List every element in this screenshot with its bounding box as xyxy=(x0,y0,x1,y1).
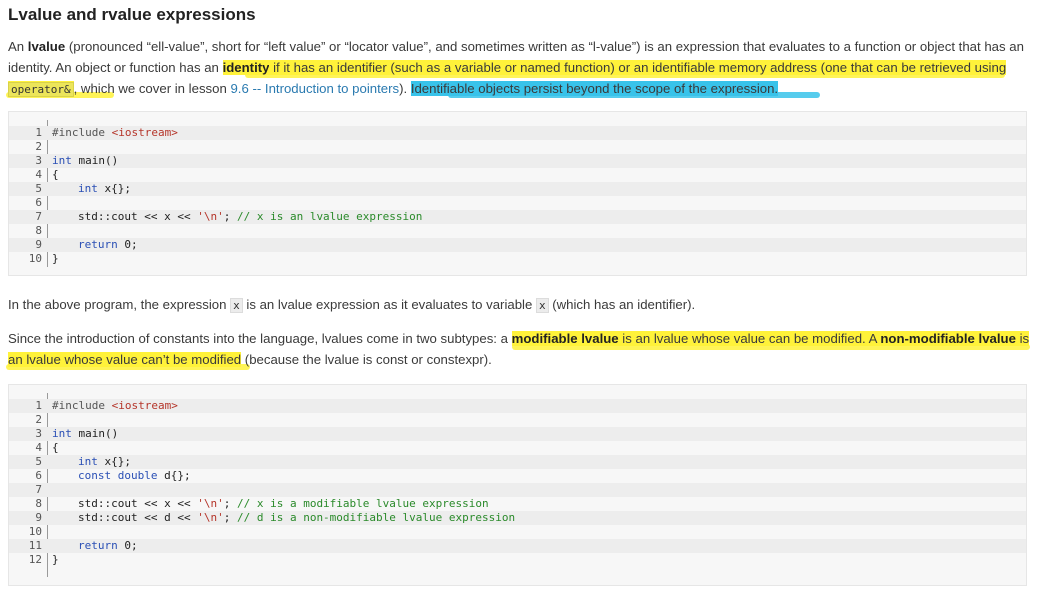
code-line: 7 xyxy=(9,483,1026,497)
code-line: 1 #include <iostream> xyxy=(9,126,1026,140)
example-explanation-paragraph: In the above program, the expression x i… xyxy=(8,297,696,313)
inline-code-x: x xyxy=(230,298,243,313)
code-line: 10} xyxy=(28,252,59,265)
term-non-modifiable-lvalue: non-modifiable lvalue xyxy=(880,331,1016,346)
code-line: 3 int main() xyxy=(9,154,1026,168)
code-line: 4{ xyxy=(35,441,59,454)
code-line: 5 int x{}; xyxy=(9,182,1026,196)
code-line: 2 xyxy=(35,140,42,153)
lvalue-definition-paragraph: An lvalue (pronounced “ell-value”, short… xyxy=(8,39,1024,97)
code-line: 10 xyxy=(28,525,42,538)
code-line: 8 std::cout << x << '\n'; // x is a modif… xyxy=(35,497,489,510)
code-line: 6 xyxy=(35,196,42,209)
code-line: 6 const double d{}; xyxy=(35,469,191,482)
term-modifiable-lvalue: modifiable lvalue xyxy=(511,331,619,346)
code-line: 8 xyxy=(35,224,42,237)
code-line: 9 return 0; xyxy=(9,238,1026,252)
code-line: 7 std::cout << x << '\n'; // x is an lval… xyxy=(9,210,1026,224)
code-line: 9 std::cout << d << '\n'; // d is a non-m… xyxy=(9,511,1026,525)
code-line: 3 int main() xyxy=(9,427,1026,441)
lesson-link[interactable]: 9.6 -- Introduction to pointers xyxy=(230,81,399,96)
blue-highlight-text: Identifiable objects persist beyond the … xyxy=(410,81,779,96)
term-lvalue: lvalue xyxy=(27,39,66,54)
code-block-1: 1 #include <iostream> 2 3 int main() 4{ 5i… xyxy=(8,111,1027,276)
code-line: 12} xyxy=(28,553,59,566)
code-block-2: 1 #include <iostream> 2 3 int main() 4{ 5i… xyxy=(8,384,1027,586)
code-line: 4{ xyxy=(35,168,59,181)
code-line: 5 int x{}; xyxy=(9,455,1026,469)
lvalue-subtypes-paragraph: Since the introduction of constants into… xyxy=(8,331,1030,367)
inline-code-x: x xyxy=(535,298,549,313)
inline-code-operator: operator& xyxy=(8,82,74,97)
code-line: 2 xyxy=(35,413,42,426)
code-line: 11 return 0; xyxy=(9,539,1026,553)
term-identity: identity xyxy=(222,60,270,75)
section-heading: Lvalue and rvalue expressions xyxy=(8,5,256,24)
code-line: 1 #include <iostream> xyxy=(9,399,1026,413)
